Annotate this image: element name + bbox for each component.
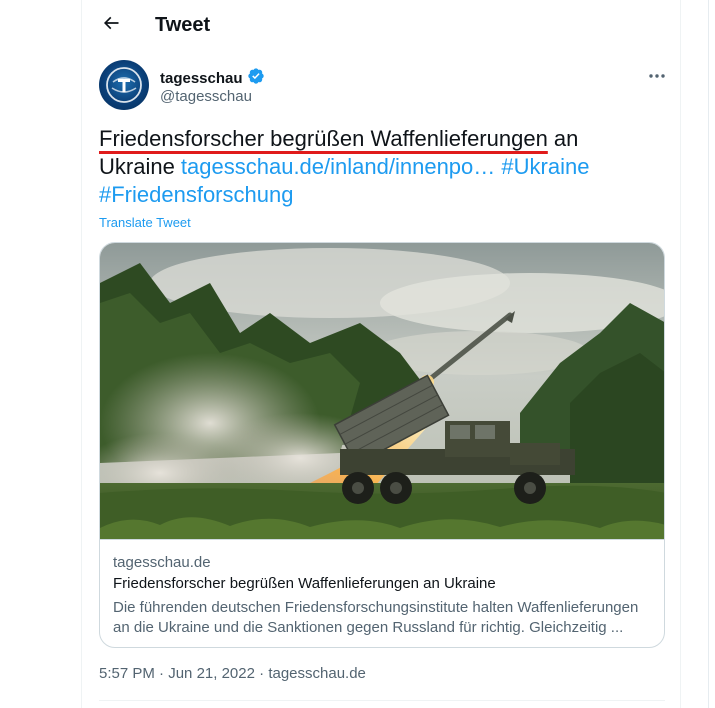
author-name[interactable]: tagesschau bbox=[160, 67, 265, 89]
card-title: Friedensforscher begrüßen Waffenlieferun… bbox=[113, 575, 496, 592]
tweet-author: tagesschau @tagesschau bbox=[99, 60, 669, 112]
tagesschau-logo-icon bbox=[106, 67, 142, 103]
translate-tweet-link[interactable]: Translate Tweet bbox=[99, 215, 191, 230]
page-title: Tweet bbox=[155, 14, 211, 36]
tweet-time[interactable]: 5:57 PM bbox=[99, 665, 155, 682]
card-domain: tagesschau.de bbox=[113, 554, 211, 571]
avatar[interactable] bbox=[99, 60, 149, 110]
divider bbox=[99, 700, 665, 701]
page: Tweet tagesschau @tagesschau Friedensfor… bbox=[0, 0, 715, 708]
tweet-date[interactable]: Jun 21, 2022 bbox=[168, 665, 255, 682]
meta-separator-2: · bbox=[254, 665, 269, 682]
more-horizontal-icon bbox=[648, 66, 666, 84]
card-description: Die führenden deutschen Friedensforschun… bbox=[113, 599, 639, 636]
link-preview-card[interactable]: tagesschau.de Friedensforscher begrüßen … bbox=[99, 242, 665, 648]
hashtag-friedensforschung[interactable]: #Friedensforschung bbox=[99, 182, 293, 207]
arrow-left-icon bbox=[101, 13, 121, 38]
back-button[interactable] bbox=[96, 10, 126, 40]
author-name-label: tagesschau bbox=[160, 69, 243, 87]
tweet-source[interactable]: tagesschau.de bbox=[268, 665, 366, 682]
divider-right bbox=[708, 0, 709, 708]
tweet-link[interactable]: tagesschau.de/inland/innenpo… bbox=[181, 154, 495, 179]
card-body: tagesschau.de Friedensforscher begrüßen … bbox=[113, 553, 653, 638]
page-header: Tweet bbox=[82, 0, 682, 54]
rocket-launcher-photo bbox=[100, 243, 664, 539]
tweet-detail-column: Tweet tagesschau @tagesschau Friedensfor… bbox=[81, 0, 681, 708]
verified-badge-icon bbox=[247, 67, 265, 89]
author-handle[interactable]: @tagesschau bbox=[160, 88, 252, 105]
more-options-button[interactable] bbox=[643, 64, 671, 86]
tweet-text: Friedensforscher begrüßen Waffenlieferun… bbox=[99, 125, 659, 209]
meta-separator: · bbox=[154, 665, 169, 682]
hashtag-ukraine[interactable]: #Ukraine bbox=[501, 154, 589, 179]
tweet-meta: 5:57 PM · Jun 21, 2022 · tagesschau.de bbox=[99, 665, 366, 682]
highlighted-headline: Friedensforscher begrüßen Waffenlieferun… bbox=[99, 126, 548, 151]
card-image bbox=[100, 243, 664, 540]
